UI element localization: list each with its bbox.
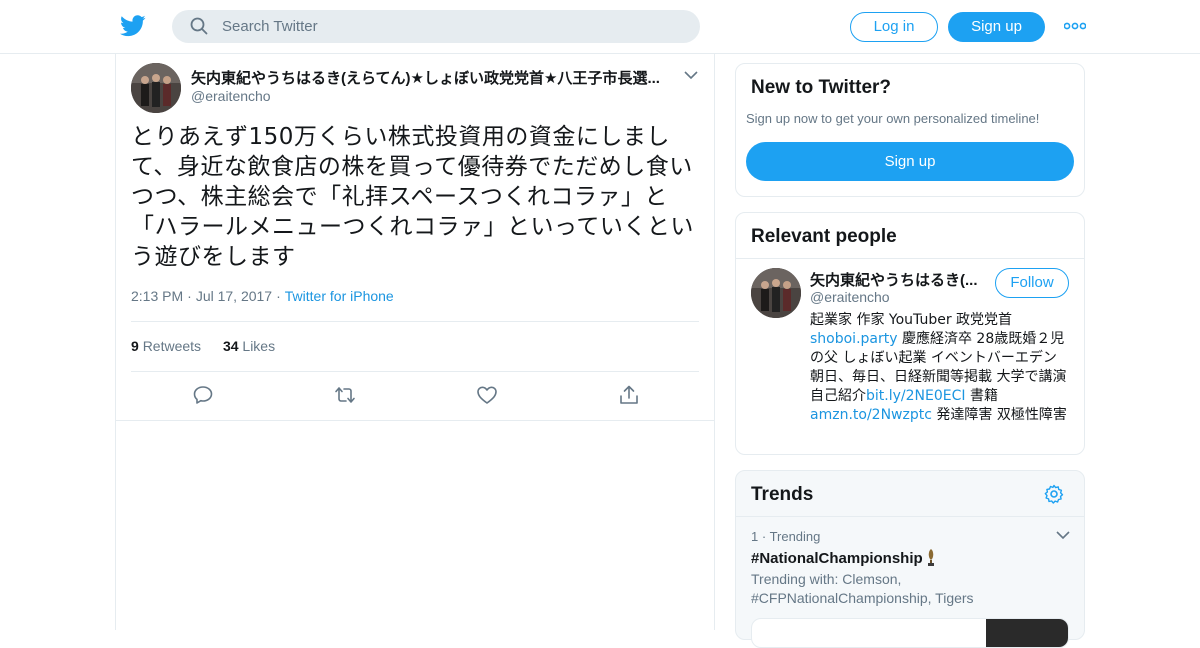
trend-context: Trending with: Clemson, #CFPNationalCham… xyxy=(751,571,974,606)
avatar-photo xyxy=(131,63,181,113)
tweet-source-link[interactable]: Twitter for iPhone xyxy=(285,288,394,304)
author-name[interactable]: 矢内東紀やうちはるき(えらてん)★しょぼい政党党首★八王子市長選... xyxy=(191,67,671,88)
reply-icon[interactable] xyxy=(192,384,214,406)
trend-media-thumbnail xyxy=(986,619,1068,647)
separator-dot: · xyxy=(276,288,281,304)
trend-name: #NationalChampionship xyxy=(751,550,923,567)
retweet-icon[interactable] xyxy=(334,384,356,406)
bio-text: 起業家 作家 YouTuber 政党党首 xyxy=(810,312,1013,328)
trophy-icon xyxy=(927,549,934,566)
more-options-icon[interactable] xyxy=(1064,20,1086,32)
person-bio: 起業家 作家 YouTuber 政党党首shoboi.party 慶應経済卒 2… xyxy=(810,311,1068,425)
likes-stat[interactable]: 34 Likes xyxy=(223,338,275,354)
tweet-actions xyxy=(116,384,714,408)
new-to-twitter-title: New to Twitter? xyxy=(751,77,892,98)
signup-button[interactable]: Sign up xyxy=(948,12,1045,42)
divider xyxy=(736,516,1084,517)
search-icon xyxy=(190,17,208,35)
avatar-photo xyxy=(751,268,801,318)
bio-text: 発達障害 双極性障害 xyxy=(931,407,1067,423)
relevant-people-title: Relevant people xyxy=(751,226,897,247)
sidebar-signup-button[interactable]: Sign up xyxy=(746,142,1074,181)
tweet-meta: 2:13 PM · Jul 17, 2017 · Twitter for iPhone xyxy=(131,288,394,304)
trend-media-card[interactable] xyxy=(751,618,1069,648)
tweet-stats: 9 Retweets 34 Likes xyxy=(131,321,699,372)
follow-button[interactable]: Follow xyxy=(995,268,1069,298)
relevant-people-card: Relevant people 矢内東紀やうちはるき(... @eraitenc… xyxy=(735,212,1085,455)
person-avatar[interactable] xyxy=(751,268,801,318)
retweets-stat[interactable]: 9 Retweets xyxy=(131,338,201,354)
trends-title: Trends xyxy=(751,484,814,505)
bio-link[interactable]: amzn.to/2Nwzptc xyxy=(810,407,932,423)
author-handle[interactable]: @eraitencho xyxy=(191,88,271,104)
bio-link[interactable]: bit.ly/2NE0ECI xyxy=(866,388,966,404)
chevron-down-icon[interactable] xyxy=(684,70,698,80)
like-icon[interactable] xyxy=(476,384,498,406)
tweet-column: 矢内東紀やうちはるき(えらてん)★しょぼい政党党首★八王子市長選... @era… xyxy=(115,54,715,630)
trend-rank-label: Trending xyxy=(769,529,821,544)
trend-rank: 1 · Trending xyxy=(751,529,821,544)
likes-count: 34 xyxy=(222,338,239,354)
login-button[interactable]: Log in xyxy=(850,12,938,42)
retweets-count: 9 xyxy=(131,338,139,354)
trend-item[interactable]: #NationalChampionship xyxy=(751,549,936,567)
tweet-date[interactable]: Jul 17, 2017 xyxy=(196,288,272,304)
new-to-twitter-subtitle: Sign up now to get your own personalized… xyxy=(746,111,1040,126)
tweet: 矢内東紀やうちはるき(えらてん)★しょぼい政党党首★八王子市長選... @era… xyxy=(116,54,714,421)
trends-card: Trends 1 · Trending #NationalChampionshi… xyxy=(735,470,1085,648)
tweet-time[interactable]: 2:13 PM xyxy=(131,288,183,304)
trend-rank-number: 1 xyxy=(751,529,759,544)
gear-icon[interactable] xyxy=(1044,484,1064,504)
chevron-down-icon[interactable] xyxy=(1056,530,1070,540)
author-avatar[interactable] xyxy=(131,63,181,113)
search-input[interactable] xyxy=(222,10,692,43)
bio-text: 書籍 xyxy=(965,388,998,404)
twitter-bird-logo[interactable] xyxy=(120,14,146,38)
divider xyxy=(736,258,1084,259)
share-icon[interactable] xyxy=(618,384,640,406)
separator-dot: · xyxy=(187,288,192,304)
bio-link[interactable]: shoboi.party xyxy=(810,331,898,347)
retweets-label: Retweets xyxy=(142,338,202,354)
person-name[interactable]: 矢内東紀やうちはるき(... xyxy=(810,269,985,290)
tweet-text: とりあえず150万くらい株式投資用の資金にしまして、身近な飲食店の株を買って優待… xyxy=(131,124,694,270)
likes-label: Likes xyxy=(242,338,276,354)
top-navigation-bar: Log in Sign up xyxy=(0,0,1200,54)
person-handle[interactable]: @eraitencho xyxy=(810,289,890,305)
new-to-twitter-card: New to Twitter? Sign up now to get your … xyxy=(735,63,1085,197)
